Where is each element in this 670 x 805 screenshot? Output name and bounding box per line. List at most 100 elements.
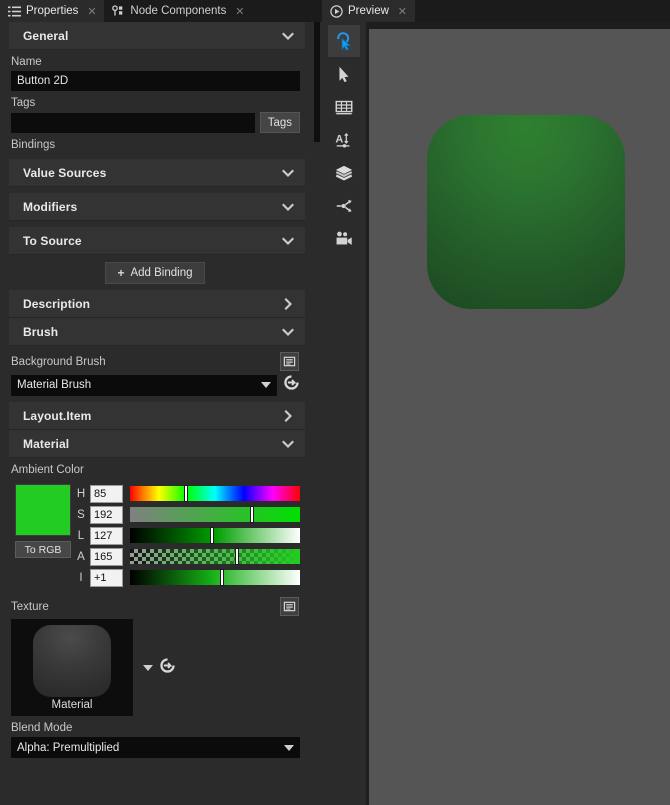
blend-mode-value: Alpha: Premultiplied <box>17 741 120 754</box>
bindings-label: Bindings <box>11 139 56 151</box>
section-title: Modifiers <box>23 199 78 214</box>
channel-value-input[interactable]: 85 <box>90 484 123 503</box>
slider-gradient <box>130 549 300 564</box>
text-layout-tool[interactable]: A <box>328 124 360 156</box>
chevron-down-icon <box>281 325 295 339</box>
channel-slider[interactable] <box>130 506 300 523</box>
tags-input[interactable] <box>11 112 255 133</box>
tab-preview[interactable]: Preview ✕ <box>322 0 415 22</box>
slider-thumb[interactable] <box>209 527 214 544</box>
preview-canvas-wrap <box>366 22 670 805</box>
preview-panel: Preview ✕ A <box>322 0 670 805</box>
slider-thumb[interactable] <box>184 485 189 502</box>
section-header-value-sources[interactable]: Value Sources <box>9 159 305 187</box>
arrow-cursor-tool[interactable] <box>328 58 360 90</box>
chevron-down-icon <box>281 200 295 214</box>
slider-thumb[interactable] <box>250 506 255 523</box>
background-brush-select[interactable]: Material Brush <box>11 374 277 396</box>
section-header-description[interactable]: Description <box>9 290 305 318</box>
channel-slider[interactable] <box>130 527 300 544</box>
svg-text:A: A <box>335 133 343 145</box>
channel-value-input[interactable]: +1 <box>90 568 123 587</box>
texture-thumbnail <box>33 624 111 697</box>
channel-label: L <box>77 529 85 542</box>
texture-preview[interactable]: Material <box>11 619 133 716</box>
add-binding-label: Add Binding <box>130 267 193 279</box>
slider-thumb[interactable] <box>219 569 224 586</box>
channel-slider[interactable] <box>130 485 300 502</box>
color-channel-row-h: H 85 <box>75 484 300 503</box>
layers-tool[interactable] <box>328 157 360 189</box>
slider-gradient <box>130 570 300 585</box>
tab-node-components[interactable]: Node Components ✕ <box>104 0 252 22</box>
blend-mode-label: Blend Mode <box>11 722 73 734</box>
chevron-down-icon <box>281 234 295 248</box>
chevron-right-icon <box>281 297 295 311</box>
select-click-tool[interactable] <box>328 25 360 57</box>
properties-panel: Properties ✕ Node Components ✕ General N… <box>0 0 322 805</box>
binding-editor-icon[interactable] <box>280 352 299 371</box>
properties-scrollbar[interactable] <box>314 22 320 805</box>
section-header-material[interactable]: Material <box>9 430 305 458</box>
section-title: Material <box>23 436 70 451</box>
section-header-brush[interactable]: Brush <box>9 318 305 346</box>
ambient-color-label: Ambient Color <box>11 464 84 476</box>
properties-tabbar: Properties ✕ Node Components ✕ <box>0 0 322 22</box>
tab-label: Node Components <box>130 5 227 17</box>
chevron-down-icon <box>281 166 295 180</box>
tab-label: Properties <box>26 5 79 17</box>
channel-value-input[interactable]: 165 <box>90 547 123 566</box>
close-icon[interactable]: ✕ <box>86 5 97 18</box>
section-title: Brush <box>23 324 59 339</box>
preview-canvas[interactable] <box>369 29 670 805</box>
color-channel-row-i: I +1 <box>75 568 300 587</box>
section-title: General <box>23 28 69 43</box>
section-title: Description <box>23 296 91 311</box>
color-channel-row-s: S 192 <box>75 505 300 524</box>
texture-dropdown-icon[interactable] <box>143 664 153 671</box>
chevron-down-icon <box>281 29 295 43</box>
channel-label: S <box>77 508 85 521</box>
slider-thumb[interactable] <box>235 548 240 565</box>
tab-properties[interactable]: Properties ✕ <box>0 0 105 22</box>
channel-slider[interactable] <box>130 569 300 586</box>
color-swatch[interactable] <box>15 484 71 536</box>
application-window: Properties ✕ Node Components ✕ General N… <box>0 0 670 805</box>
section-header-general[interactable]: General <box>9 22 305 50</box>
reset-icon[interactable] <box>159 657 176 679</box>
tab-label: Preview <box>348 5 389 17</box>
section-title: Layout.Item <box>23 408 92 423</box>
slider-gradient <box>130 528 300 543</box>
camera-tool[interactable] <box>328 223 360 255</box>
section-header-modifiers[interactable]: Modifiers <box>9 193 305 221</box>
grid-table-tool[interactable] <box>328 91 360 123</box>
channel-label: A <box>77 550 85 563</box>
blend-mode-select[interactable]: Alpha: Premultiplied <box>11 737 300 758</box>
channel-value-input[interactable]: 127 <box>90 526 123 545</box>
to-rgb-button[interactable]: To RGB <box>15 541 71 558</box>
add-binding-button[interactable]: + Add Binding <box>105 262 205 284</box>
slider-gradient <box>130 486 300 501</box>
binding-editor-icon[interactable] <box>280 597 299 616</box>
tags-label: Tags <box>11 97 36 109</box>
chevron-down-icon <box>281 437 295 451</box>
play-icon <box>330 4 343 18</box>
plus-icon: + <box>117 266 125 280</box>
node-graph-tool[interactable] <box>328 190 360 222</box>
properties-scroll-area: General Name Button 2D Tags Tags Binding… <box>0 22 322 805</box>
texture-name: Material <box>51 698 93 711</box>
preview-object-button2d[interactable] <box>427 115 625 309</box>
section-header-to-source[interactable]: To Source <box>9 227 305 255</box>
channel-label: I <box>79 571 83 584</box>
channel-value-input[interactable]: 192 <box>90 505 123 524</box>
channel-slider[interactable] <box>130 548 300 565</box>
background-brush-label: Background Brush <box>11 355 106 368</box>
close-icon[interactable]: ✕ <box>234 5 245 18</box>
section-header-layout-item[interactable]: Layout.Item <box>9 402 305 430</box>
close-icon[interactable]: ✕ <box>397 5 408 18</box>
name-input[interactable]: Button 2D <box>11 71 300 91</box>
reset-icon[interactable] <box>283 374 300 396</box>
section-title: Value Sources <box>23 165 107 180</box>
tags-button[interactable]: Tags <box>259 112 300 133</box>
slider-gradient <box>130 507 300 522</box>
